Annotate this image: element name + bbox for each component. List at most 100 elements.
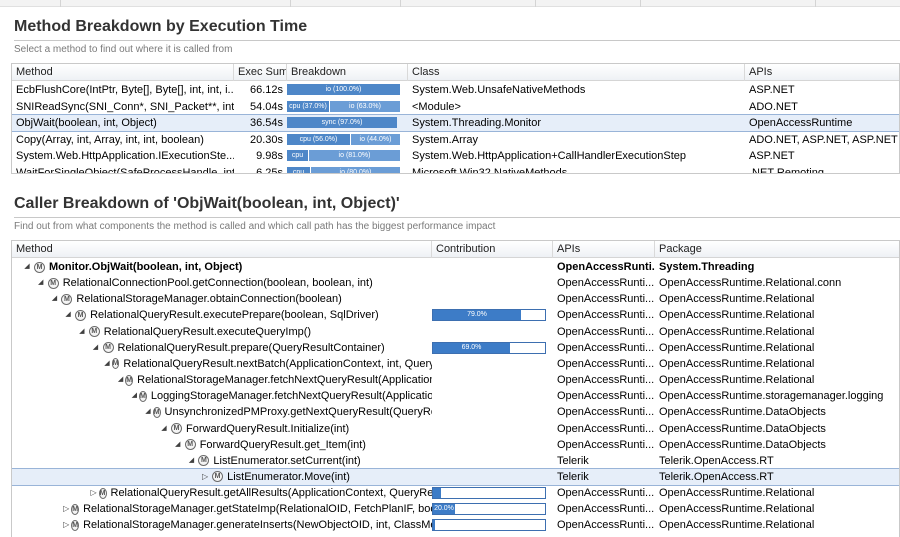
table-row[interactable]: System.Web.HttpApplication.IExecutionSte… [12, 148, 899, 164]
tree-method-label: RelationalStorageManager.getStateImp(Rel… [83, 503, 432, 516]
triangle-down-icon[interactable]: ◢ [132, 388, 137, 404]
triangle-down-icon[interactable]: ◢ [118, 372, 123, 388]
tree-method-cell: ◢ M RelationalStorageManager.fetchNextQuer… [12, 372, 432, 388]
apis-cell: Telerik [557, 470, 589, 483]
column-header-method[interactable]: Method [12, 64, 234, 81]
column-header-package[interactable]: Package [655, 241, 899, 258]
triangle-right-icon[interactable]: ▷ [200, 469, 210, 485]
tree-method-label: RelationalStorageManager.generateInserts… [83, 519, 432, 532]
breakdown-bar: sync (97.0%) [287, 117, 400, 128]
contribution-bar [432, 519, 546, 532]
package-cell: OpenAccessRuntime.Relational.conn [659, 277, 842, 290]
tree-row[interactable]: ◢ M ForwardQueryResult.get_Item(int) OpenAc… [12, 437, 899, 453]
triangle-down-icon[interactable]: ◢ [104, 356, 109, 372]
breakdown-cell: cpu (56.0%) io (44.0%) [287, 132, 408, 148]
column-header-apis[interactable]: APIs [745, 64, 899, 81]
package-cell: OpenAccessRuntime.Relational [659, 503, 815, 516]
column-header-contribution[interactable]: Contribution [432, 241, 553, 258]
breakdown-segment: cpu (37.0%) [287, 100, 329, 112]
triangle-down-icon[interactable]: ◢ [159, 421, 169, 437]
tree-method-cell: ◢ M RelationalQueryResult.executeQueryImp(… [12, 324, 432, 340]
triangle-down-icon[interactable]: ◢ [186, 453, 196, 469]
tree-row[interactable]: ◢ M RelationalStorageManager.fetchNextQuer… [12, 372, 899, 388]
column-header-class[interactable]: Class [408, 64, 745, 81]
tree-row[interactable]: ◢ M ForwardQueryResult.Initialize(int) Open… [12, 421, 899, 437]
tree-method-label: UnsynchronizedPMProxy.getNextQueryResult… [164, 406, 432, 419]
breakdown-bar: io (100.0%) [287, 84, 400, 95]
tree-method-cell: ◢ M LoggingStorageManager.fetchNextQueryRe… [12, 388, 432, 404]
package-cell: OpenAccessRuntime.DataObjects [659, 438, 826, 451]
tree-node: ◢ M RelationalQueryResult.executeQueryImp(… [16, 324, 432, 340]
tree-row[interactable]: ◢ M RelationalConnectionPool.getConnection… [12, 275, 899, 291]
breakdown-segment: io (80.0%) [310, 166, 400, 173]
tree-node: ◢ M ForwardQueryResult.get_Item(int) [16, 437, 432, 453]
method-table-header: Method Exec Sum Breakdown Class APIs [12, 64, 899, 81]
apis-cell: OpenAccessRunti... [557, 357, 655, 370]
tree-row[interactable]: ▷ M RelationalQueryResult.getAllResults(Ap… [12, 485, 899, 501]
contribution-cell [432, 421, 553, 437]
tree-row[interactable]: ◢ M ListEnumerator.setCurrent(int) Telerik T… [12, 453, 899, 469]
breakdown-segment: io (81.0%) [308, 150, 400, 161]
tree-row[interactable]: ▷ M RelationalStorageManager.getStateImp(R… [12, 501, 899, 517]
table-row[interactable]: WaitForSingleObject(SafeProcessHandle, i… [12, 165, 899, 174]
triangle-down-icon[interactable]: ◢ [173, 437, 183, 453]
method-circle-icon: M [198, 455, 210, 467]
method-circle-icon: M [125, 374, 134, 386]
tree-method-label: ForwardQueryResult.Initialize(int) [186, 422, 350, 435]
apis-cell: ADO.NET [749, 100, 798, 113]
table-row[interactable]: Copy(Array, int, Array, int, int, boolea… [12, 132, 899, 148]
column-header-breakdown[interactable]: Breakdown [287, 64, 408, 81]
tree-row[interactable]: ◢ M RelationalQueryResult.executePrepare(b… [12, 307, 899, 323]
column-header-apis[interactable]: APIs [553, 241, 655, 258]
tree-row[interactable]: ◢ M RelationalQueryResult.nextBatch(Applic… [12, 356, 899, 372]
contribution-cell: 20.0% [432, 501, 553, 517]
method-circle-icon: M [212, 471, 224, 483]
table-row[interactable]: EcbFlushCore(IntPtr, Byte[], Byte[], int… [12, 82, 899, 98]
tree-row[interactable]: ◢ M RelationalQueryResult.executeQueryImp(… [12, 324, 899, 340]
tree-row[interactable]: ◢ M LoggingStorageManager.fetchNextQueryRe… [12, 388, 899, 404]
triangle-down-icon[interactable]: ◢ [22, 259, 32, 275]
apis-cell: OpenAccessRunti... [557, 503, 655, 516]
method-breakdown-title: Method Breakdown by Execution Time [14, 18, 308, 35]
tree-method-cell: ◢ M ListEnumerator.setCurrent(int) [12, 453, 432, 469]
method-table[interactable]: Method Exec Sum Breakdown Class APIs Ecb… [11, 63, 900, 174]
caller-tree-table[interactable]: Method Contribution APIs Package ◢ M Monit… [11, 240, 900, 537]
tree-method-cell: ▷ M RelationalStorageManager.generateInser… [12, 517, 432, 533]
apis-cell: OpenAccessRunti... [557, 487, 655, 500]
triangle-down-icon[interactable]: ◢ [145, 404, 150, 420]
tree-method-cell: ◢ M ForwardQueryResult.get_Item(int) [12, 437, 432, 453]
tree-row[interactable]: ◢ M UnsynchronizedPMProxy.getNextQueryResu… [12, 404, 899, 420]
tree-method-cell: ◢ M RelationalQueryResult.nextBatch(Applic… [12, 356, 432, 372]
triangle-down-icon[interactable]: ◢ [91, 340, 101, 356]
triangle-right-icon[interactable]: ▷ [63, 501, 69, 517]
tree-row[interactable]: ◢ M RelationalQueryResult.prepare(QueryRes… [12, 340, 899, 356]
apis-cell: OpenAccessRunti... [557, 277, 655, 290]
tree-node: ◢ M RelationalQueryResult.prepare(QueryRes… [16, 340, 432, 356]
table-row[interactable]: SNIReadSync(SNI_Conn*, SNI_Packet**, int… [12, 99, 899, 115]
method-cell: System.Web.HttpApplication.IExecutionSte… [16, 150, 234, 162]
method-circle-icon: M [138, 390, 147, 402]
tree-node: ◢ M RelationalConnectionPool.getConnection… [16, 275, 432, 291]
method-circle-icon: M [171, 423, 182, 434]
apis-cell: OpenAccessRunti... [557, 309, 655, 322]
triangle-down-icon[interactable]: ◢ [49, 291, 59, 307]
tree-method-cell: ◢ M Monitor.ObjWait(boolean, int, Object) [12, 259, 432, 275]
tree-row[interactable]: ◢ M RelationalStorageManager.obtainConnect… [12, 291, 899, 307]
exec-sum-cell: 6.25s [256, 166, 283, 174]
tree-method-cell: ▷ M RelationalQueryResult.getAllResults(Ap… [12, 485, 433, 501]
method-circle-icon: M [34, 261, 45, 273]
column-header-method[interactable]: Method [12, 241, 432, 258]
tree-node: ◢ M RelationalStorageManager.obtainConnect… [16, 291, 432, 307]
triangle-right-icon[interactable]: ▷ [91, 485, 97, 501]
column-header-exec-sum[interactable]: Exec Sum [234, 64, 287, 81]
triangle-down-icon[interactable]: ◢ [77, 324, 87, 340]
table-row[interactable]: ObjWait(boolean, int, Object) 36.54s sync … [12, 114, 899, 132]
triangle-down-icon[interactable]: ◢ [36, 275, 46, 291]
triangle-down-icon[interactable]: ◢ [63, 307, 73, 323]
tree-method-label: RelationalQueryResult.executePrepare(boo… [90, 309, 379, 322]
method-cell: Copy(Array, int, Array, int, int, boolea… [16, 133, 204, 146]
tree-row[interactable]: ▷ M ListEnumerator.Move(int) Telerik Telerik… [12, 467, 899, 486]
tree-row[interactable]: ▷ M RelationalStorageManager.generateInser… [12, 517, 899, 533]
triangle-right-icon[interactable]: ▷ [63, 517, 69, 533]
tree-row[interactable]: ◢ M Monitor.ObjWait(boolean, int, Object) O… [12, 259, 899, 275]
